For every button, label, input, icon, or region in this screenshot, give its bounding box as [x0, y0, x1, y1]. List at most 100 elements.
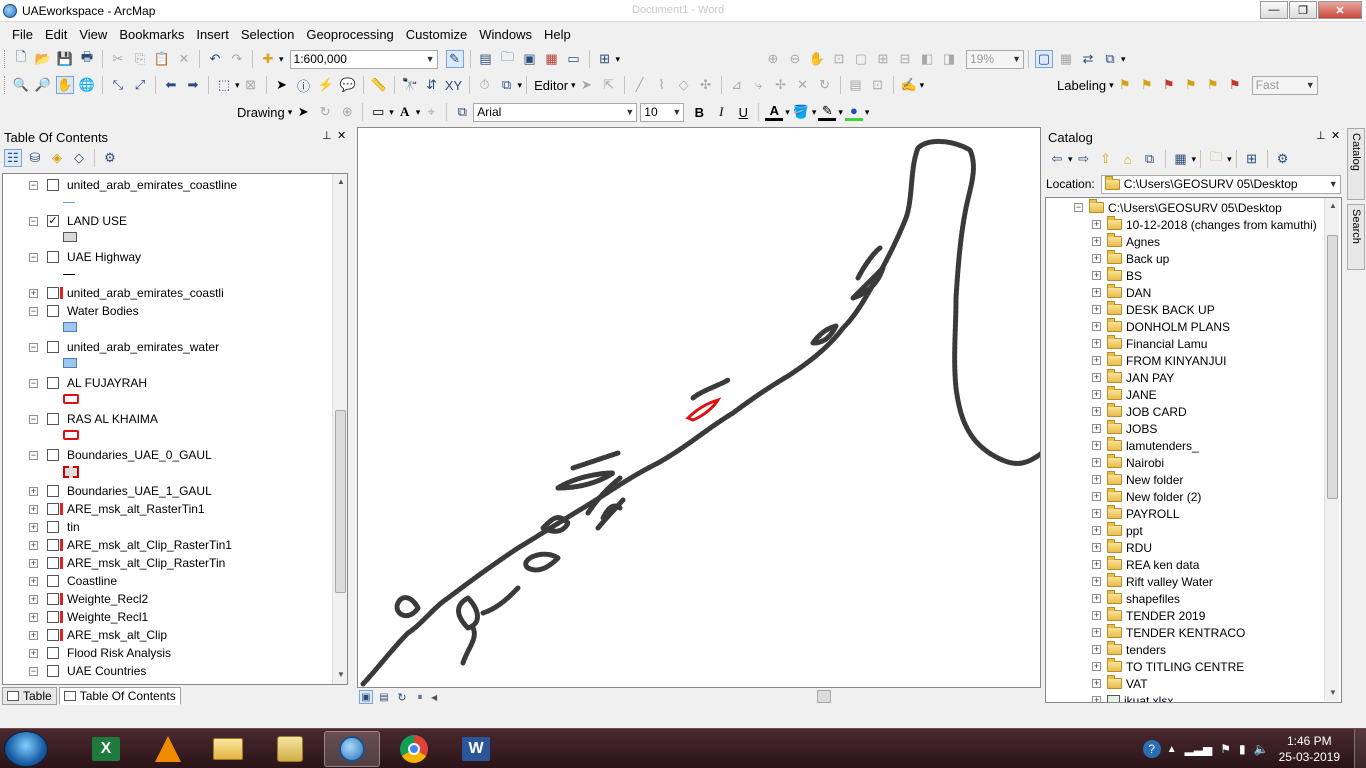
- toc-layer-row[interactable]: + tin: [3, 518, 80, 536]
- go-back-icon[interactable]: ⬅: [162, 76, 180, 94]
- point-icon[interactable]: ◇: [675, 76, 693, 94]
- menu-edit[interactable]: Edit: [39, 27, 73, 42]
- expand-icon[interactable]: +: [29, 558, 38, 568]
- layout-zoom-combo[interactable]: 19% ▼: [966, 49, 1024, 69]
- menu-customize[interactable]: Customize: [400, 27, 473, 42]
- menu-insert[interactable]: Insert: [190, 27, 235, 42]
- layer-symbol-swatch[interactable]: [63, 202, 75, 203]
- layer-name[interactable]: ARE_msk_alt_Clip_RasterTin: [67, 556, 225, 570]
- layer-name[interactable]: UAE Highway: [67, 250, 141, 264]
- underline-button[interactable]: U: [734, 103, 752, 121]
- forward-extent-icon[interactable]: ◨: [940, 50, 958, 68]
- expand-icon[interactable]: +: [1092, 594, 1101, 603]
- options-icon[interactable]: ⚙: [101, 149, 119, 167]
- menu-windows[interactable]: Windows: [473, 27, 538, 42]
- catalog-folder-item[interactable]: + REA ken data: [1092, 556, 1199, 573]
- layer-name[interactable]: tin: [67, 520, 80, 534]
- expand-icon[interactable]: +: [1092, 475, 1101, 484]
- expand-icon[interactable]: +: [29, 522, 38, 532]
- layer-visibility-checkbox[interactable]: [47, 593, 59, 605]
- catalog-folder-item[interactable]: + JANE: [1092, 386, 1157, 403]
- arccatalog-icon[interactable]: [262, 731, 318, 767]
- midpoint-icon[interactable]: ✣: [697, 76, 715, 94]
- toc-scrollbar[interactable]: ▲ ▼: [332, 174, 347, 684]
- expand-icon[interactable]: +: [29, 504, 38, 514]
- close-button[interactable]: ✕: [1318, 1, 1362, 19]
- split-icon[interactable]: ✢: [772, 76, 790, 94]
- toc-layer-row[interactable]: + Weighte_Recl1: [3, 608, 148, 626]
- layer-name[interactable]: Weighte_Recl2: [67, 592, 148, 606]
- label-priority-icon[interactable]: ⚑: [1204, 76, 1222, 94]
- volume-icon[interactable]: 🔈: [1254, 742, 1269, 756]
- power-icon[interactable]: ▮: [1239, 742, 1246, 756]
- pause-drawing-icon[interactable]: ⏸: [413, 690, 427, 704]
- map-scale-combo[interactable]: 1:600,000 ▼: [289, 49, 438, 69]
- action-center-icon[interactable]: ⚑: [1220, 742, 1231, 756]
- catalog-folder-item[interactable]: + FROM KINYANJUI: [1092, 352, 1226, 369]
- expand-icon[interactable]: +: [29, 540, 38, 550]
- toc-layer-row[interactable]: + Boundaries_UAE_1_GAUL: [3, 482, 212, 500]
- editor-menu[interactable]: Editor: [531, 78, 571, 93]
- toc-layer-row[interactable]: − ✓ LAND USE: [3, 212, 127, 230]
- vlc-icon[interactable]: [140, 731, 196, 767]
- font-icon[interactable]: ⧉: [453, 103, 471, 121]
- toc-scroll-thumb[interactable]: [335, 410, 346, 593]
- show-hidden-icons-icon[interactable]: ▲: [1167, 744, 1177, 755]
- home-folder-icon[interactable]: ⌂: [1119, 150, 1137, 168]
- fixed-zoom-out-icon[interactable]: ⤢: [131, 76, 149, 94]
- paste-icon[interactable]: 📋: [153, 50, 171, 68]
- help-notification-icon[interactable]: ?: [1142, 740, 1161, 758]
- toc-layer-row[interactable]: − united_arab_emirates_water: [3, 338, 219, 356]
- layer-name[interactable]: ARE_msk_alt_Clip_RasterTin1: [67, 538, 232, 552]
- toolbar-grip[interactable]: [4, 76, 7, 94]
- python-window-icon[interactable]: ▭: [565, 50, 583, 68]
- layer-name[interactable]: Weighte_Recl1: [67, 610, 148, 624]
- forward-icon[interactable]: ⇨: [1075, 150, 1093, 168]
- view-unplaced-labels-icon[interactable]: ⚑: [1182, 76, 1200, 94]
- location-combo[interactable]: C:\Users\GEOSURV 05\Desktop ▼: [1100, 174, 1341, 194]
- toc-layer-list[interactable]: − united_arab_emirates_coastline − ✓ LAND US…: [2, 173, 348, 685]
- print-icon[interactable]: 🖶: [78, 49, 96, 68]
- undo-icon[interactable]: ↶: [206, 50, 224, 68]
- layer-name[interactable]: ARE_msk_alt_RasterTin1: [67, 502, 205, 516]
- expand-icon[interactable]: +: [1092, 526, 1101, 535]
- delete-icon[interactable]: ✕: [175, 50, 193, 68]
- collapse-icon[interactable]: −: [29, 252, 38, 262]
- focus-data-frame-icon[interactable]: ▦: [1057, 50, 1075, 68]
- collapse-icon[interactable]: −: [29, 414, 38, 424]
- expand-icon[interactable]: +: [1092, 407, 1101, 416]
- label-weight-icon[interactable]: ⚑: [1226, 76, 1244, 94]
- catalog-folder-item[interactable]: + JOB CARD: [1092, 403, 1187, 420]
- toc-layer-row[interactable]: − Boundaries_UAE_0_GAUL: [3, 446, 212, 464]
- catalog-folder-item[interactable]: + New folder (2): [1092, 488, 1201, 505]
- expand-icon[interactable]: +: [1092, 696, 1101, 702]
- font-size-combo[interactable]: 10 ▼: [640, 102, 685, 122]
- layer-name[interactable]: Water Bodies: [67, 304, 139, 318]
- toc-layer-row[interactable]: + ARE_msk_alt_Clip: [3, 626, 167, 644]
- zoom-100-icon[interactable]: ▢: [852, 50, 870, 68]
- catalog-folder-item[interactable]: + TO TITLING CENTRE: [1092, 658, 1244, 675]
- catalog-root-folder[interactable]: − C:\Users\GEOSURV 05\Desktop: [1074, 199, 1282, 216]
- expand-icon[interactable]: +: [1092, 322, 1101, 331]
- scroll-down-icon[interactable]: ▼: [1329, 688, 1337, 697]
- show-desktop-button[interactable]: [1354, 729, 1366, 768]
- layout-zoom-out-icon[interactable]: ⊖: [786, 50, 804, 68]
- expand-icon[interactable]: +: [1092, 492, 1101, 501]
- toc-layer-row[interactable]: + united_arab_emirates_coastli: [3, 284, 224, 302]
- layer-symbol-swatch[interactable]: [63, 430, 79, 440]
- save-icon[interactable]: 💾: [56, 50, 74, 68]
- layout-pan-icon[interactable]: ✋: [808, 50, 826, 68]
- cut-icon[interactable]: ✂: [109, 50, 127, 68]
- catalog-folder-item[interactable]: + JOBS: [1092, 420, 1157, 437]
- layer-name[interactable]: united_arab_emirates_coastline: [67, 178, 237, 192]
- layer-visibility-checkbox[interactable]: [47, 611, 59, 623]
- zoom-in-icon[interactable]: 🔍: [12, 76, 30, 94]
- layer-visibility-checkbox[interactable]: [47, 575, 59, 587]
- label-quality-combo[interactable]: Fast ▼: [1251, 75, 1318, 95]
- catalog-window-icon[interactable]: 🗀: [499, 49, 517, 68]
- layer-symbol-swatch[interactable]: [63, 358, 77, 368]
- layer-name[interactable]: AL FUJAYRAH: [67, 376, 147, 390]
- expand-icon[interactable]: +: [1092, 339, 1101, 348]
- toc-layer-row[interactable]: + Coastline: [3, 572, 117, 590]
- cut-polygons-icon[interactable]: ✕: [794, 76, 812, 94]
